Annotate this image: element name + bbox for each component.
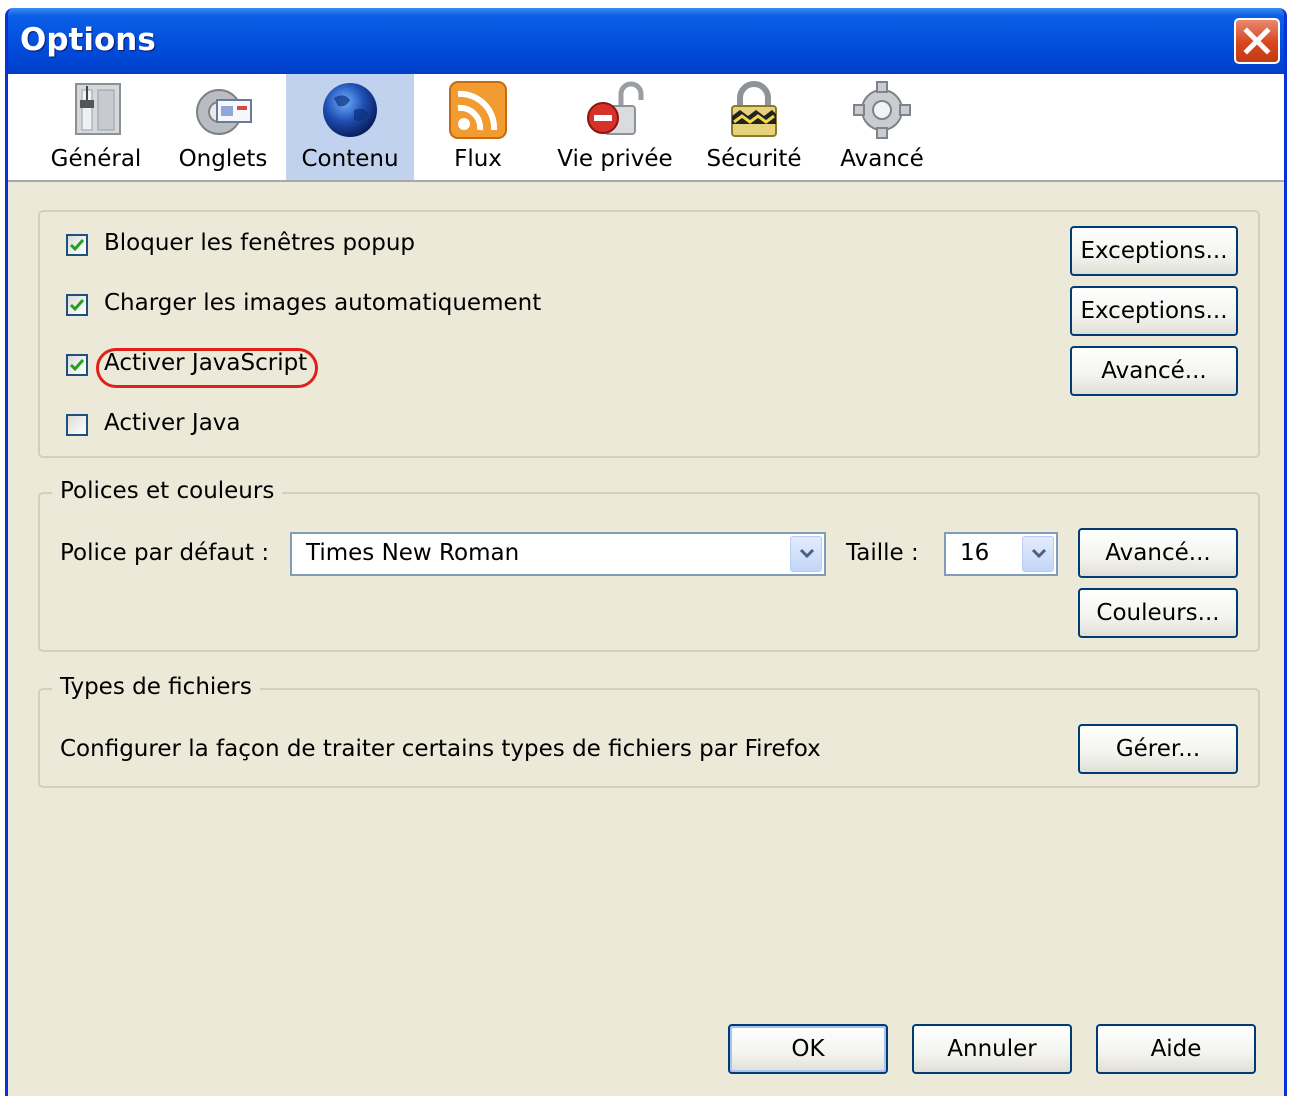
file-types-legend: Types de fichiers — [52, 674, 260, 700]
tab-privacy[interactable]: Vie privée — [548, 74, 682, 180]
ok-button[interactable]: OK — [728, 1024, 888, 1074]
enable-java-checkbox[interactable] — [66, 414, 88, 436]
private-lock-icon — [587, 81, 644, 135]
close-button[interactable] — [1234, 18, 1280, 64]
tab-advanced[interactable]: Avancé — [826, 74, 938, 180]
tabs-gear-icon — [196, 89, 252, 135]
enable-java-label[interactable]: Activer Java — [104, 410, 241, 436]
tab-label: Vie privée — [557, 146, 673, 172]
close-icon — [1243, 27, 1271, 55]
manage-file-types-button[interactable]: Gérer... — [1078, 724, 1238, 774]
font-dropdown-arrow[interactable] — [790, 536, 822, 572]
tab-label: Onglets — [178, 146, 268, 172]
font-size-value: 16 — [960, 540, 990, 566]
title-bar[interactable]: Options — [8, 8, 1284, 74]
font-size-select[interactable]: 16 — [944, 532, 1058, 576]
content-options-group: Bloquer les fenêtres popup Exceptions...… — [38, 210, 1260, 458]
tab-label: Contenu — [301, 146, 399, 172]
chevron-down-icon — [799, 548, 815, 559]
popup-exceptions-button[interactable]: Exceptions... — [1070, 226, 1238, 276]
javascript-advanced-button[interactable]: Avancé... — [1070, 346, 1238, 396]
tab-label: Sécurité — [706, 146, 802, 172]
tab-label: Général — [50, 146, 142, 172]
block-popups-checkbox[interactable] — [66, 234, 88, 256]
globe-icon — [323, 83, 377, 137]
size-dropdown-arrow[interactable] — [1022, 536, 1054, 572]
advanced-gear-icon — [853, 81, 911, 139]
check-icon — [69, 239, 85, 252]
chevron-down-icon — [1031, 548, 1047, 559]
preferences-toolbar: Général Onglets Contenu Flux Vie privée … — [8, 74, 1284, 182]
size-label: Taille : — [846, 540, 919, 566]
images-exceptions-button[interactable]: Exceptions... — [1070, 286, 1238, 336]
tab-tabs[interactable]: Onglets — [168, 74, 278, 180]
colors-button[interactable]: Couleurs... — [1078, 588, 1238, 638]
tab-feeds[interactable]: Flux — [428, 74, 528, 180]
rss-feed-icon — [449, 81, 507, 139]
tab-general[interactable]: Général — [42, 74, 150, 180]
cancel-button[interactable]: Annuler — [912, 1024, 1072, 1074]
tab-label: Avancé — [840, 146, 924, 172]
security-padlock-icon — [731, 81, 777, 137]
tab-security[interactable]: Sécurité — [698, 74, 810, 180]
file-types-description: Configurer la façon de traiter certains … — [60, 736, 821, 762]
fonts-advanced-button[interactable]: Avancé... — [1078, 528, 1238, 578]
default-font-label: Police par défaut : — [60, 540, 270, 566]
enable-javascript-checkbox[interactable] — [66, 354, 88, 376]
block-popups-label[interactable]: Bloquer les fenêtres popup — [104, 230, 415, 256]
fonts-colors-legend: Polices et couleurs — [52, 478, 283, 504]
window-title: Options — [20, 22, 156, 58]
tab-label: Flux — [454, 146, 502, 172]
enable-javascript-label[interactable]: Activer JavaScript — [104, 350, 307, 376]
fonts-colors-group: Polices et couleurs Police par défaut : … — [38, 478, 1260, 652]
general-switch-icon — [75, 83, 121, 135]
load-images-checkbox[interactable] — [66, 294, 88, 316]
default-font-value: Times New Roman — [306, 540, 520, 566]
check-icon — [69, 359, 85, 372]
tab-content[interactable]: Contenu — [286, 74, 414, 180]
options-window: Options Général Onglets Contenu Flux Vie… — [5, 8, 1287, 1096]
check-icon — [69, 299, 85, 312]
default-font-select[interactable]: Times New Roman — [290, 532, 826, 576]
load-images-label[interactable]: Charger les images automatiquement — [104, 290, 541, 316]
help-button[interactable]: Aide — [1096, 1024, 1256, 1074]
file-types-group: Types de fichiers Configurer la façon de… — [38, 674, 1260, 788]
